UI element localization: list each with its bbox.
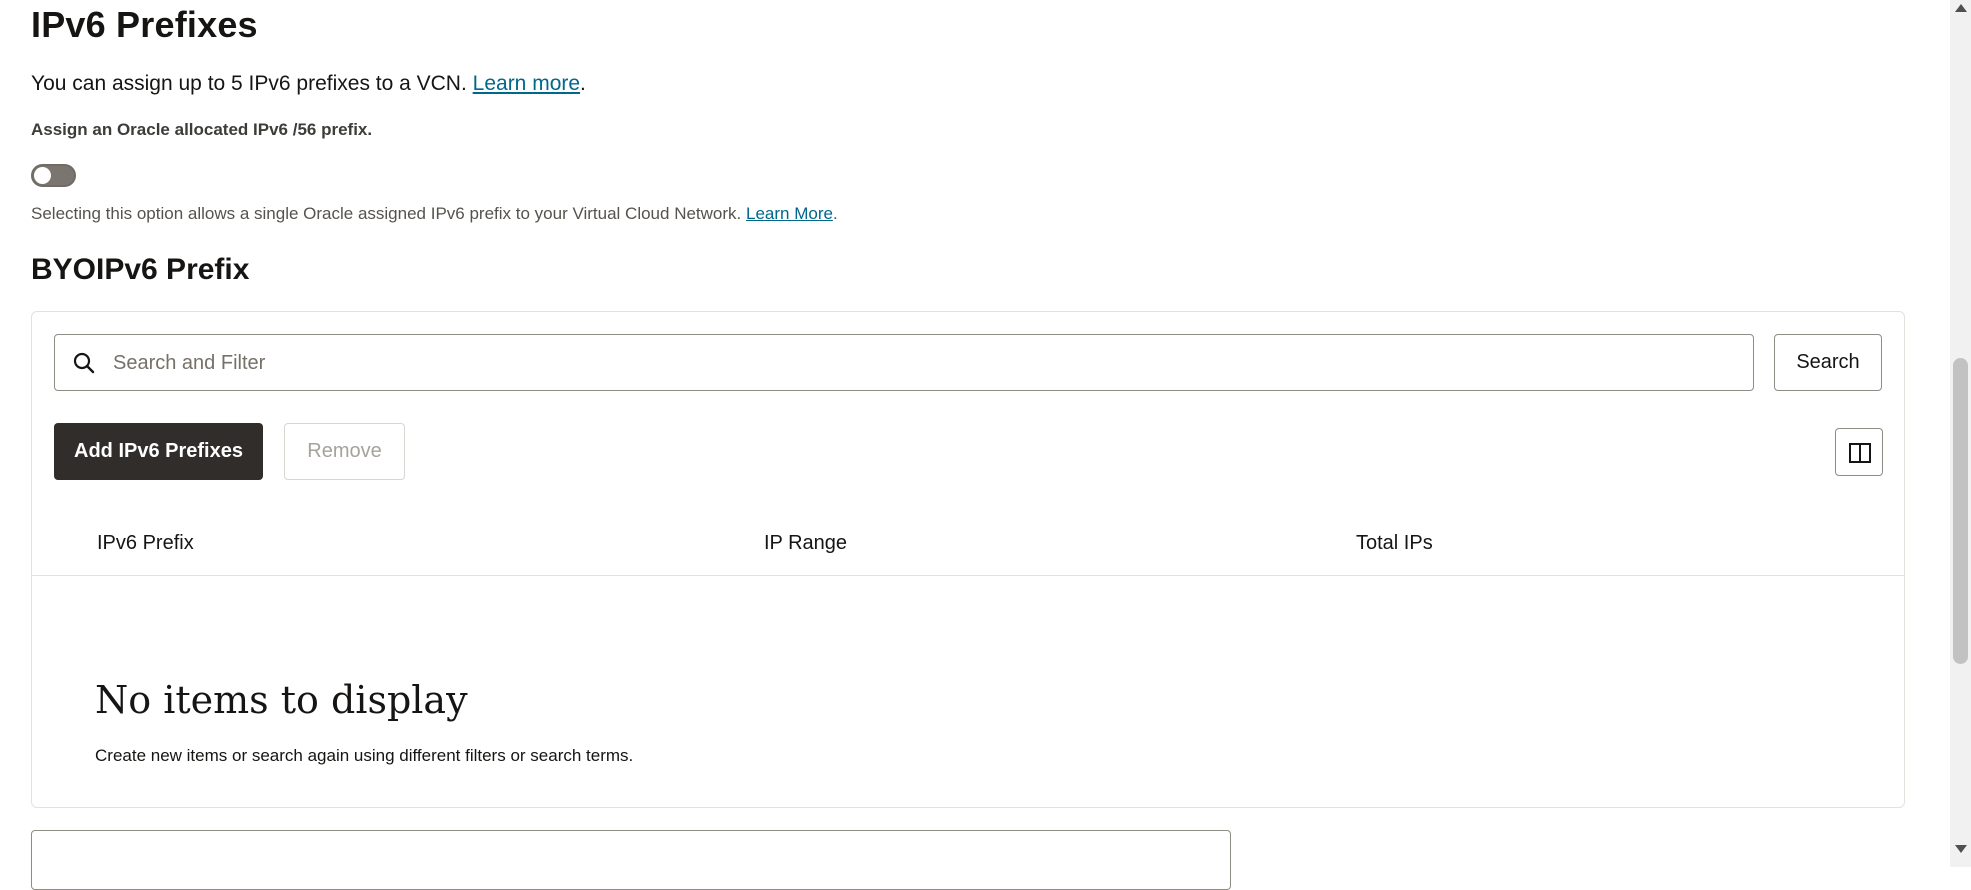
intro-text-body: You can assign up to 5 IPv6 prefixes to … <box>31 72 467 95</box>
search-field[interactable] <box>54 334 1754 391</box>
column-header-ipv6-prefix[interactable]: IPv6 Prefix <box>97 532 194 555</box>
next-section-card <box>31 830 1231 890</box>
search-button[interactable]: Search <box>1774 334 1882 391</box>
empty-state-title: No items to display <box>95 678 468 722</box>
toggle-help-text: Selecting this option allows a single Or… <box>31 204 838 223</box>
scroll-up-arrow-icon[interactable] <box>1955 4 1967 12</box>
column-header-ip-range[interactable]: IP Range <box>764 532 847 555</box>
toggle-knob <box>34 167 51 184</box>
help-text-body: Selecting this option allows a single Or… <box>31 204 742 223</box>
byoip-panel: Search Add IPv6 Prefixes Remove IPv6 Pre… <box>31 311 1905 808</box>
assign-prefix-toggle[interactable] <box>31 164 76 187</box>
learn-more-link[interactable]: Learn more <box>473 72 580 95</box>
intro-text: You can assign up to 5 IPv6 prefixes to … <box>31 72 586 95</box>
byoip-section-title: BYOIPv6 Prefix <box>31 253 250 286</box>
search-icon <box>73 352 95 374</box>
scroll-down-arrow-icon[interactable] <box>1955 845 1967 853</box>
remove-button[interactable]: Remove <box>284 423 405 480</box>
vertical-scrollbar[interactable] <box>1950 0 1971 867</box>
help-learn-more-link[interactable]: Learn More <box>746 204 833 223</box>
add-ipv6-prefixes-button[interactable]: Add IPv6 Prefixes <box>54 423 263 480</box>
search-input[interactable] <box>111 343 1715 383</box>
page-title: IPv6 Prefixes <box>31 4 258 45</box>
scrollbar-thumb[interactable] <box>1953 358 1968 664</box>
columns-icon <box>1849 443 1871 463</box>
table-header-divider <box>32 575 1904 576</box>
empty-state-subtitle: Create new items or search again using d… <box>95 746 634 765</box>
column-settings-button[interactable] <box>1835 428 1883 476</box>
column-header-total-ips[interactable]: Total IPs <box>1356 532 1433 555</box>
assign-prefix-label: Assign an Oracle allocated IPv6 /56 pref… <box>31 120 373 139</box>
